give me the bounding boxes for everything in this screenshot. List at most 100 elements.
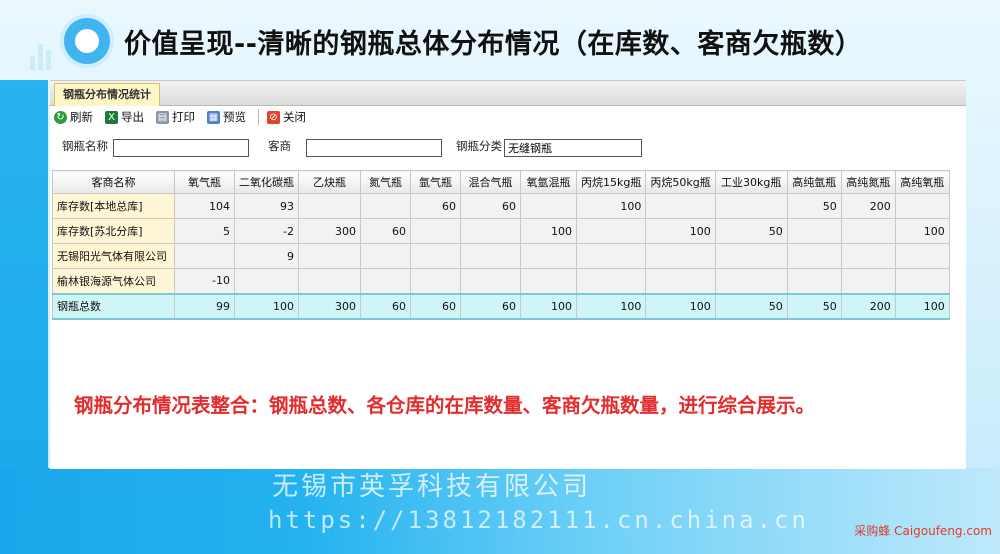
table-cell [786, 268, 842, 294]
table-cell [714, 193, 788, 219]
total-cell: 300 [298, 292, 361, 320]
table-cell [298, 193, 361, 219]
table-cell [410, 268, 461, 294]
table-cell [894, 193, 950, 219]
table-cell [575, 243, 647, 269]
refresh-icon: ↻ [54, 110, 67, 124]
printer-icon: ▤ [156, 110, 169, 124]
table-row[interactable]: 无锡阳光气体有限公司 9 [52, 243, 950, 269]
toolbar-separator [258, 109, 259, 125]
table-cell [645, 193, 716, 219]
toolbar: ↻ 刷新 X 导出 ▤ 打印 ▦ 预览 ⊘ 关闭 [50, 106, 966, 128]
excel-icon: X [105, 110, 118, 124]
row-label: 库存数[苏北分库] [52, 218, 175, 244]
tab-cylinder-distribution[interactable]: 钢瓶分布情况统计 [54, 83, 160, 106]
total-cell: 99 [174, 292, 235, 320]
table-cell: 100 [894, 218, 950, 244]
table-cell [174, 243, 235, 269]
decorative-bars-icon [30, 30, 60, 70]
column-header[interactable]: 氩气瓶 [410, 170, 461, 194]
table-cell: 300 [298, 218, 361, 244]
column-header[interactable]: 丙烷15kg瓶 [575, 170, 647, 194]
table-cell [298, 268, 361, 294]
preview-label: 预览 [223, 110, 246, 124]
table-cell: 5 [174, 218, 235, 244]
table-cell [520, 193, 577, 219]
cylinder-name-input[interactable] [113, 139, 249, 157]
export-button[interactable]: X 导出 [105, 109, 144, 125]
preview-button[interactable]: ▦ 预览 [207, 109, 246, 125]
table-cell: 200 [840, 193, 896, 219]
column-header[interactable]: 工业30kg瓶 [714, 170, 788, 194]
table-cell: 50 [786, 193, 842, 219]
column-header[interactable]: 高纯氩瓶 [786, 170, 842, 194]
table-cell: -2 [234, 218, 299, 244]
total-cell: 60 [460, 292, 521, 320]
table-cell: 50 [714, 218, 788, 244]
total-cell: 100 [645, 292, 716, 320]
refresh-button[interactable]: ↻ 刷新 [54, 109, 93, 125]
table-cell [410, 243, 461, 269]
table-cell: -10 [174, 268, 235, 294]
table-cell [645, 243, 716, 269]
column-header[interactable]: 高纯氮瓶 [840, 170, 896, 194]
column-header[interactable]: 氧氩混瓶 [520, 170, 577, 194]
total-cell: 100 [575, 292, 647, 320]
column-header[interactable]: 氧气瓶 [174, 170, 235, 194]
table-cell: 100 [520, 218, 577, 244]
total-cell: 100 [520, 292, 577, 320]
merchant-label: 客商 [268, 139, 291, 153]
close-button[interactable]: ⊘ 关闭 [267, 109, 306, 125]
table-cell [520, 268, 577, 294]
column-header[interactable]: 混合气瓶 [460, 170, 521, 194]
table-cell [360, 268, 411, 294]
column-header[interactable]: 客商名称 [52, 170, 175, 194]
source-credit: 采购蜂 Caigoufeng.com [854, 524, 992, 538]
table-cell: 60 [360, 218, 411, 244]
table-cell [360, 193, 411, 219]
slide-title: 价值呈现--清晰的钢瓶总体分布情况（在库数、客商欠瓶数） [124, 29, 863, 60]
watermark-company: 无锡市英孚科技有限公司 [272, 472, 592, 502]
table-cell: 60 [460, 193, 521, 219]
table-cell [894, 243, 950, 269]
close-label: 关闭 [283, 110, 306, 124]
table-cell [575, 268, 647, 294]
total-cell: 50 [714, 292, 788, 320]
column-header[interactable]: 氮气瓶 [360, 170, 411, 194]
column-header[interactable]: 二氧化碳瓶 [234, 170, 299, 194]
table-row[interactable]: 库存数[苏北分库] 5 -2 300 60 100 100 50 100 [52, 218, 950, 244]
merchant-input[interactable] [306, 139, 442, 157]
total-cell: 60 [410, 292, 461, 320]
print-button[interactable]: ▤ 打印 [156, 109, 195, 125]
table-cell: 104 [174, 193, 235, 219]
table-row[interactable]: 库存数[本地总库] 104 93 60 60 100 50 200 [52, 193, 950, 219]
table-cell: 100 [645, 218, 716, 244]
column-header[interactable]: 丙烷50kg瓶 [645, 170, 716, 194]
table-cell: 93 [234, 193, 299, 219]
table-cell [575, 218, 647, 244]
table-cell [840, 218, 896, 244]
total-row[interactable]: 钢瓶总数 99 100 300 60 60 60 100 100 100 50 … [52, 292, 950, 320]
total-cell: 100 [234, 292, 299, 320]
total-cell: 50 [786, 292, 842, 320]
ring-logo-icon [64, 18, 110, 64]
table-cell [460, 268, 521, 294]
column-header[interactable]: 高纯氧瓶 [894, 170, 950, 194]
total-cell: 60 [360, 292, 411, 320]
tab-bar: 钢瓶分布情况统计 [50, 81, 966, 106]
print-label: 打印 [172, 110, 195, 124]
table-cell [786, 218, 842, 244]
export-label: 导出 [121, 110, 144, 124]
table-cell [460, 243, 521, 269]
table-cell [360, 243, 411, 269]
cylinder-name-label: 钢瓶名称 [62, 139, 108, 153]
table-row[interactable]: 榆林银海源气体公司 -10 [52, 268, 950, 294]
table-header-row: 客商名称 氧气瓶 二氧化碳瓶 乙炔瓶 氮气瓶 氩气瓶 混合气瓶 氧氩混瓶 丙烷1… [52, 170, 950, 194]
column-header[interactable]: 乙炔瓶 [298, 170, 361, 194]
cylinder-category-input[interactable] [504, 139, 642, 157]
table-cell [410, 218, 461, 244]
summary-caption: 钢瓶分布情况表整合：钢瓶总数、各仓库的在库数量、客商欠瓶数量，进行综合展示。 [74, 394, 816, 417]
table-cell [894, 268, 950, 294]
total-cell: 200 [840, 292, 896, 320]
table-cell [298, 243, 361, 269]
